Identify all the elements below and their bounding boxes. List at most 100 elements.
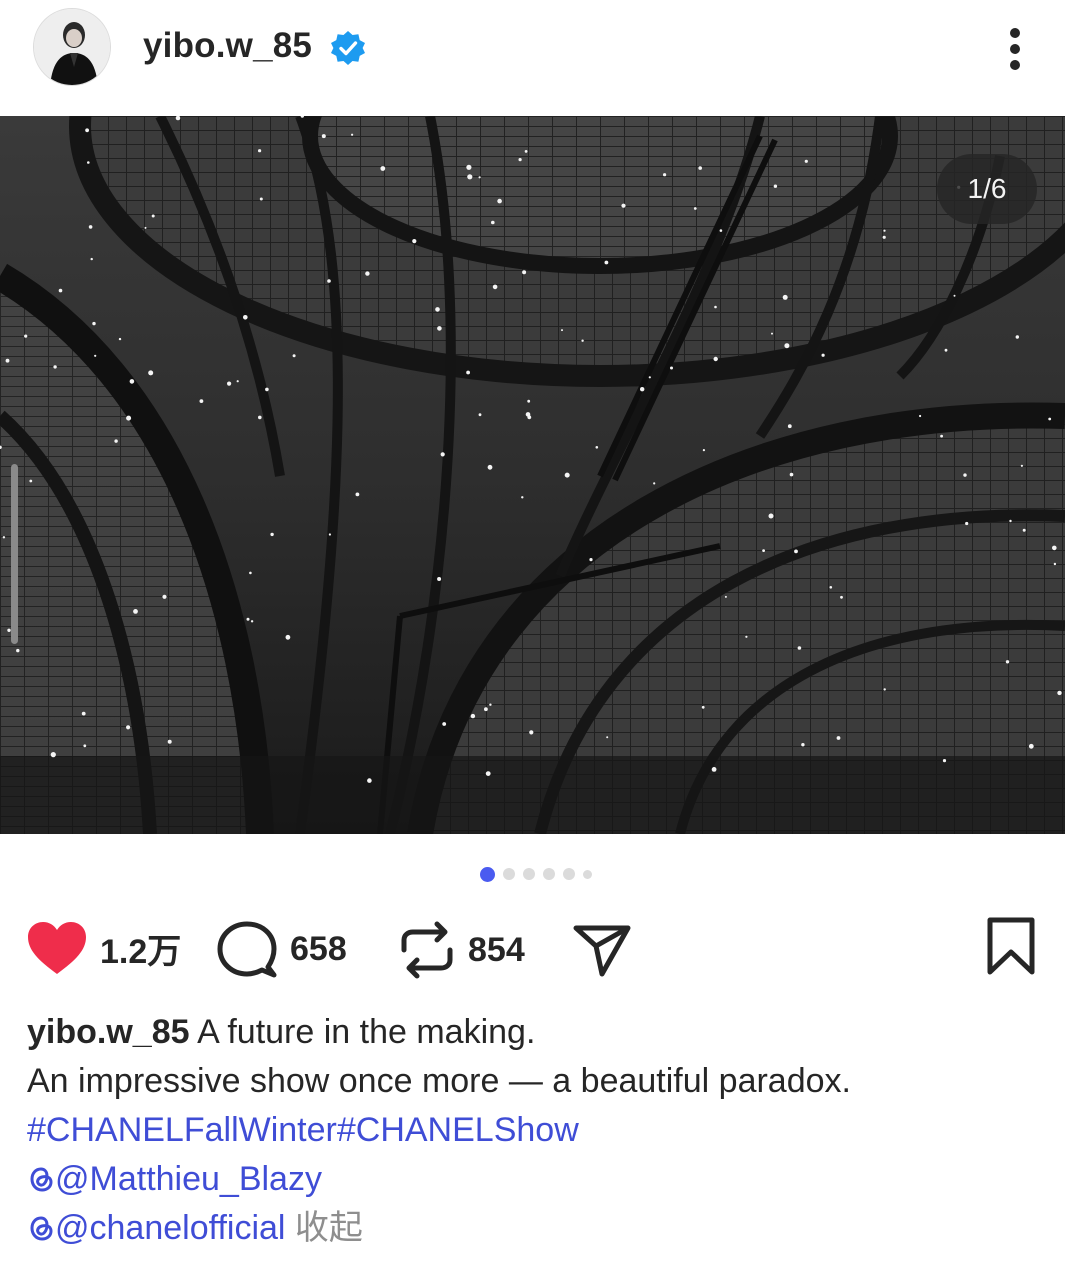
ceiling-light (50, 752, 56, 758)
ceiling-light (92, 321, 96, 326)
carousel-dot[interactable] (583, 869, 592, 879)
ceiling-light (789, 472, 794, 477)
mention-text: @chanelofficial (55, 1209, 286, 1247)
ceiling-light (328, 533, 331, 536)
ceiling-light (167, 739, 172, 744)
caption-hashtags: #CHANELFallWinter#CHANELShow (27, 1106, 1047, 1155)
ceiling-light (467, 174, 473, 180)
ceiling-light (259, 197, 263, 201)
ceiling-light (1057, 690, 1062, 696)
ceiling-light (114, 439, 118, 443)
ceiling-light (365, 271, 370, 276)
ceiling-light (518, 158, 522, 162)
ceiling-light (24, 334, 28, 338)
ceiling-light (199, 399, 204, 403)
ceiling-light (919, 414, 922, 418)
ceiling-light (829, 586, 833, 589)
ceiling-light (1053, 562, 1057, 566)
ceiling-light (470, 713, 476, 719)
carousel-dots (480, 866, 592, 882)
ceiling-light (521, 496, 524, 499)
hashtag-link[interactable]: #CHANELFallWinter (27, 1111, 337, 1149)
caption-line-1: yibo.w_85 A future in the making. (27, 1008, 1047, 1057)
ceiling-light (90, 257, 93, 261)
ceiling-light (442, 722, 447, 726)
bookmark-icon[interactable] (986, 916, 1036, 976)
ceiling-light (118, 337, 122, 341)
threads-icon (30, 1216, 53, 1241)
ceiling-light (711, 767, 717, 772)
ceiling-light (719, 229, 723, 232)
more-options-icon[interactable] (998, 22, 1034, 74)
ceiling-light (437, 326, 442, 331)
avatar[interactable] (33, 8, 111, 86)
mention-link[interactable]: @chanelofficial (27, 1209, 285, 1247)
post-image[interactable] (0, 116, 1065, 834)
ceiling-light (270, 532, 274, 537)
carousel-dot[interactable] (563, 868, 575, 880)
ceiling-light (564, 472, 570, 478)
ceiling-light (1048, 417, 1052, 421)
ceiling-light (724, 595, 727, 598)
ceiling-light (771, 332, 773, 335)
mention-link[interactable]: @Matthieu_Blazy (27, 1160, 322, 1198)
caption-text-2: An impressive show once more — a beautif… (27, 1062, 851, 1100)
ceiling-light (466, 164, 472, 170)
ceiling-light (797, 646, 802, 650)
ceiling-light (58, 288, 63, 293)
carousel-dot[interactable] (503, 868, 515, 880)
post-caption: yibo.w_85 A future in the making. An imp… (27, 1008, 1047, 1253)
ceiling-light (83, 744, 87, 748)
ceiling-light (821, 353, 825, 357)
ceiling-light (701, 705, 705, 709)
caption-username[interactable]: yibo.w_85 (27, 1013, 190, 1051)
repost-button[interactable]: 854 (398, 920, 525, 980)
ceiling-light (258, 415, 262, 420)
ceiling-light (5, 358, 10, 363)
ceiling-light (713, 356, 718, 362)
carousel-dot[interactable] (543, 868, 555, 880)
ceiling-light (581, 339, 584, 342)
collapse-caption-link[interactable]: 收起 (295, 1209, 363, 1247)
ceiling-light (529, 730, 534, 735)
scroll-indicator (11, 464, 18, 644)
like-button[interactable]: 1.2万 (26, 920, 181, 976)
hashtag-link[interactable]: #CHANELShow (337, 1111, 579, 1149)
ceiling-light (784, 343, 790, 349)
ceiling-light (437, 577, 442, 581)
post-username[interactable]: yibo.w_85 (143, 26, 312, 66)
ceiling-light (489, 703, 492, 706)
ceiling-light (522, 270, 527, 275)
ceiling-light (648, 376, 651, 379)
ceiling-light (963, 473, 967, 477)
ceiling-light (412, 239, 417, 244)
comment-button[interactable]: 658 (216, 920, 347, 978)
ceiling-light (787, 424, 792, 429)
share-button[interactable] (572, 920, 632, 978)
ceiling-light (236, 380, 239, 383)
ceiling-light (640, 387, 645, 392)
ceiling-light (484, 707, 488, 712)
carousel-dot-active[interactable] (480, 866, 495, 882)
ceiling-light (327, 279, 331, 283)
ceiling-light (243, 315, 248, 320)
ceiling-light (148, 370, 154, 376)
ceiling-light (321, 134, 326, 139)
ceiling-light (492, 284, 498, 290)
carousel-dot[interactable] (523, 868, 535, 880)
caption-text-1: A future in the making. (197, 1013, 536, 1051)
ceiling-light (1015, 335, 1019, 339)
ceiling-light (693, 207, 697, 210)
ceiling-light (250, 620, 254, 623)
ceiling-light (81, 711, 86, 716)
ceiling-light (1005, 660, 1010, 664)
ceiling-light (466, 370, 470, 375)
ceiling-light (126, 725, 131, 730)
ceiling-light (249, 571, 252, 575)
ceiling-light (94, 354, 97, 357)
heart-icon (28, 922, 86, 974)
threads-icon (30, 1167, 53, 1192)
ceiling-light (133, 609, 138, 614)
ceiling-light (285, 634, 291, 640)
ceiling-light (663, 173, 667, 177)
